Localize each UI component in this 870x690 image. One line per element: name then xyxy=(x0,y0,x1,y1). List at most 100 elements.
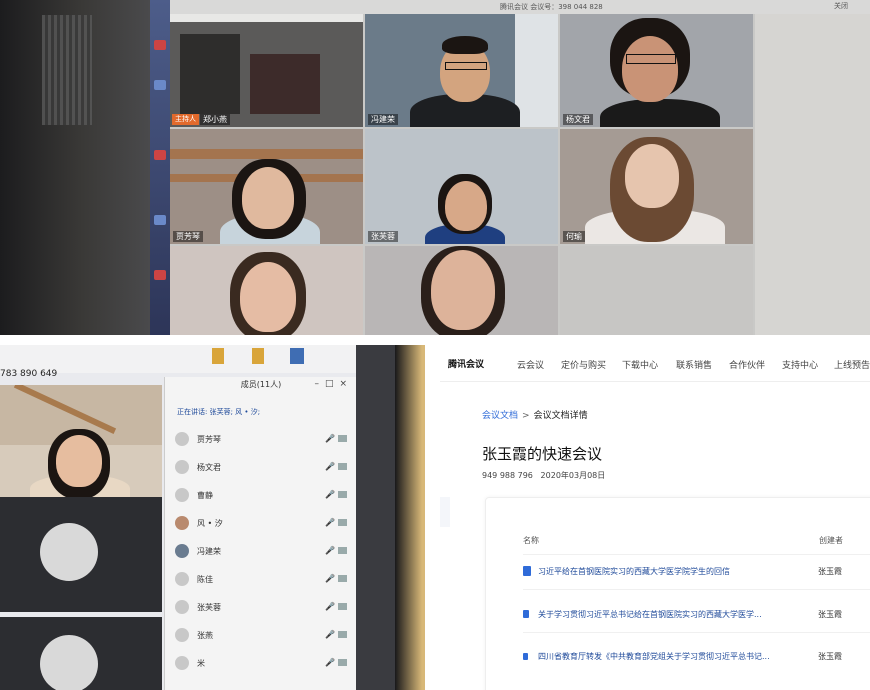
microphone-icon[interactable]: 🎤 xyxy=(325,518,335,527)
document-title[interactable]: 习近平给在首钢医院实习的西藏大学医学院学生的回信 xyxy=(538,566,730,577)
participant-name: 杨文君 xyxy=(563,114,593,125)
nav-item[interactable]: 定价与购买 xyxy=(561,358,606,371)
meeting-number: 949 988 796 xyxy=(482,471,533,480)
member-row[interactable]: 冯建荣 🎤 xyxy=(175,541,353,561)
video-tile[interactable] xyxy=(170,246,363,335)
participant-name: 张芙蓉 xyxy=(368,231,398,242)
participant-name: 贾芳琴 xyxy=(173,231,203,242)
member-row[interactable]: 风 • 汐 🎤 xyxy=(175,513,353,533)
video-tile[interactable]: 主持人 郑小燕 xyxy=(170,14,363,127)
taskbar-app-icon[interactable] xyxy=(154,270,166,280)
taskbar-app-icon[interactable] xyxy=(154,215,166,225)
member-name: 曹静 xyxy=(197,491,213,500)
member-name: 风 • 汐 xyxy=(197,519,223,528)
video-tile[interactable] xyxy=(560,246,753,335)
microphone-icon[interactable]: 🎤 xyxy=(325,462,335,471)
desktop-strip xyxy=(0,345,395,373)
video-tile[interactable] xyxy=(0,617,162,690)
taskbar-app-icon[interactable] xyxy=(154,80,166,90)
nav-item[interactable]: 下载中心 xyxy=(622,358,658,371)
member-row[interactable]: 曹静 🎤 xyxy=(175,485,353,505)
member-row[interactable]: 张燕 🎤 xyxy=(175,625,353,645)
document-title[interactable]: 四川省教育厅转发《中共教育部党组关于学习贯彻习近平总书记... xyxy=(538,651,770,662)
nav-item[interactable]: 支持中心 xyxy=(782,358,818,371)
meeting-meta: 949 988 796 2020年03月08日 xyxy=(482,470,605,481)
avatar xyxy=(175,432,189,446)
avatar xyxy=(175,488,189,502)
screen-edge xyxy=(356,345,395,690)
folder-icon[interactable] xyxy=(212,348,224,364)
video-tile[interactable] xyxy=(0,385,162,497)
meeting-docs-page: 腾讯会议 云会议 定价与购买 下载中心 联系销售 合作伙伴 支持中心 上线预告 … xyxy=(440,345,870,690)
folder-icon[interactable] xyxy=(252,348,264,364)
close-window-button[interactable]: 关闭 xyxy=(834,1,848,11)
window-controls[interactable]: –□× xyxy=(314,379,353,389)
table-row[interactable]: 习近平给在首钢医院实习的西藏大学医学院学生的回信 张玉霞 xyxy=(523,563,870,581)
video-grid-photo: 腾讯会议 会议号：398 044 828 关闭 主持人 郑小燕 冯建荣 杨文君 xyxy=(0,0,870,335)
taskbar-app-icon[interactable] xyxy=(154,40,166,50)
camera-icon[interactable] xyxy=(338,659,347,666)
documents-table: 名称 创建者 习近平给在首钢医院实习的西藏大学医学院学生的回信 张玉霞 关于学习… xyxy=(485,497,870,690)
video-tile[interactable]: 冯建荣 xyxy=(365,14,558,127)
meeting-date: 2020年03月08日 xyxy=(540,471,606,480)
taskbar-app-icon[interactable] xyxy=(154,150,166,160)
video-tile[interactable]: 何瑜 xyxy=(560,129,753,244)
avatar xyxy=(40,635,98,690)
camera-icon[interactable] xyxy=(338,463,347,470)
breadcrumb-root-link[interactable]: 会议文档 xyxy=(482,411,518,421)
microphone-icon[interactable]: 🎤 xyxy=(325,434,335,443)
member-name: 米 xyxy=(197,659,205,668)
member-name: 贾芳琴 xyxy=(197,435,221,444)
document-title[interactable]: 关于学习贯彻习近平总书记给在首钢医院实习的西藏大学医学... xyxy=(538,609,762,620)
column-header-creator: 创建者 xyxy=(819,536,843,545)
document-icon xyxy=(523,566,531,576)
avatar xyxy=(175,544,189,558)
table-row[interactable]: 四川省教育厅转发《中共教育部党组关于学习贯彻习近平总书记... 张玉霞 xyxy=(523,648,870,666)
microphone-icon[interactable]: 🎤 xyxy=(325,658,335,667)
member-panel: 成员(11人) –□× 正在讲话: 张芙蓉; 风 • 汐; 贾芳琴 🎤 杨文君 🎤 … xyxy=(164,377,357,690)
avatar xyxy=(175,516,189,530)
avatar xyxy=(175,600,189,614)
camera-icon[interactable] xyxy=(338,631,347,638)
divider xyxy=(523,589,870,590)
page-title: 张玉霞的快速会议 xyxy=(482,445,603,463)
brand-logo[interactable]: 腾讯会议 xyxy=(448,357,484,370)
microphone-icon[interactable]: 🎤 xyxy=(325,546,335,555)
video-tile[interactable]: 贾芳琴 xyxy=(170,129,363,244)
camera-icon[interactable] xyxy=(338,491,347,498)
table-row[interactable]: 关于学习贯彻习近平总书记给在首钢医院实习的西藏大学医学... 张玉霞 xyxy=(523,606,870,624)
camera-icon[interactable] xyxy=(338,547,347,554)
member-row[interactable]: 贾芳琴 🎤 xyxy=(175,429,353,449)
sidebar-toggle[interactable] xyxy=(440,497,450,527)
participant-name: 何瑜 xyxy=(563,231,585,242)
microphone-icon[interactable]: 🎤 xyxy=(325,574,335,583)
avatar xyxy=(175,572,189,586)
document-icon[interactable] xyxy=(290,348,304,364)
camera-icon[interactable] xyxy=(338,519,347,526)
camera-icon[interactable] xyxy=(338,435,347,442)
member-row[interactable]: 张芙蓉 🎤 xyxy=(175,597,353,617)
camera-icon[interactable] xyxy=(338,575,347,582)
chevron-right-icon: > xyxy=(522,411,530,421)
desktop-taskbar xyxy=(150,0,170,335)
nav-item[interactable]: 联系销售 xyxy=(676,358,712,371)
nav-item[interactable]: 云会议 xyxy=(517,358,544,371)
member-name: 陈佳 xyxy=(197,575,213,584)
participant-name: 郑小燕 xyxy=(200,114,230,125)
video-tile[interactable] xyxy=(365,246,558,335)
microphone-icon[interactable]: 🎤 xyxy=(325,602,335,611)
document-creator: 张玉霞 xyxy=(818,652,842,661)
document-icon xyxy=(523,610,529,618)
camera-icon[interactable] xyxy=(338,603,347,610)
member-row[interactable]: 米 🎤 xyxy=(175,653,353,673)
video-tile[interactable]: 张芙蓉 xyxy=(365,129,558,244)
nav-item[interactable]: 合作伙伴 xyxy=(729,358,765,371)
member-row[interactable]: 杨文君 🎤 xyxy=(175,457,353,477)
microphone-icon[interactable]: 🎤 xyxy=(325,630,335,639)
nav-item[interactable]: 上线预告 xyxy=(834,358,870,371)
member-row[interactable]: 陈佳 🎤 xyxy=(175,569,353,589)
video-tile[interactable] xyxy=(0,497,162,612)
microphone-icon[interactable]: 🎤 xyxy=(325,490,335,499)
video-tile[interactable]: 杨文君 xyxy=(560,14,753,127)
divider xyxy=(523,554,870,555)
